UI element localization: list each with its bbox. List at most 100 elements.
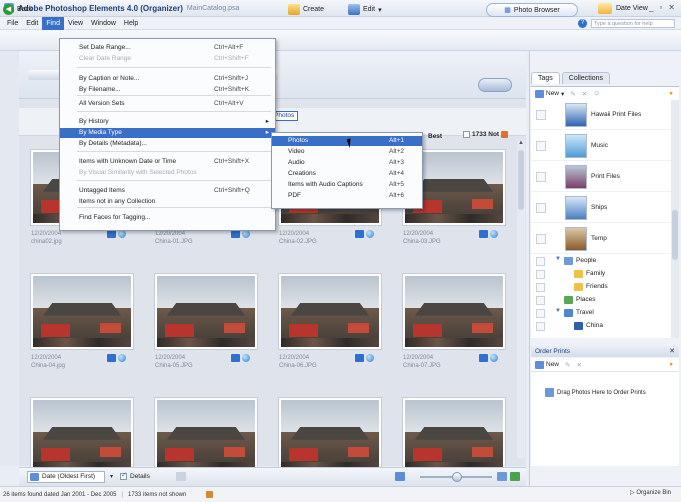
tag-filter-checkbox[interactable] xyxy=(536,283,545,292)
date-view-button[interactable]: Date View xyxy=(598,3,648,14)
scroll-thumb[interactable] xyxy=(518,150,524,210)
find-menu-item[interactable]: Items not in any Collection xyxy=(60,197,275,207)
tag-options-icon[interactable]: ● xyxy=(669,90,673,97)
tag-tree-item[interactable]: ▼ People xyxy=(531,256,671,267)
minimize-icon[interactable]: _ xyxy=(649,3,653,12)
globe-icon[interactable] xyxy=(366,354,374,362)
media-type-item[interactable]: Items with Audio Captions Alt+5 xyxy=(272,180,422,190)
tag-filter-checkbox[interactable] xyxy=(536,110,546,120)
tag-tree-item[interactable]: China xyxy=(531,321,671,332)
details-checkbox[interactable] xyxy=(120,471,127,480)
globe-icon[interactable] xyxy=(366,230,374,238)
edit-button[interactable]: Edit ▾ xyxy=(348,4,382,15)
tag-row[interactable]: Temp xyxy=(531,224,671,254)
chevron-down-icon[interactable]: ▾ xyxy=(107,471,116,483)
new-tag-button[interactable]: New ▾ xyxy=(535,89,564,98)
find-menu-item[interactable]: Items with Unknown Date or Time Ctrl+Shif… xyxy=(60,157,275,167)
edit-tag-icon[interactable]: ✎ xyxy=(570,90,575,98)
tab-collections[interactable]: Collections xyxy=(561,72,611,84)
tag-tree-item[interactable]: Friends xyxy=(531,282,671,293)
tag-badge-icon[interactable] xyxy=(355,354,364,362)
find-menu-item[interactable]: Find Faces for Tagging... xyxy=(60,213,275,223)
media-type-item[interactable]: Creations Alt+4 xyxy=(272,169,422,179)
details-toggle[interactable]: Details xyxy=(120,471,150,480)
close-icon[interactable]: ✕ xyxy=(669,346,675,357)
restore-icon[interactable]: ▫ xyxy=(659,3,662,12)
tag-badge-icon[interactable] xyxy=(107,354,116,362)
zoom-slider-handle[interactable] xyxy=(452,472,462,482)
menu-window[interactable]: Window xyxy=(87,17,120,30)
photo-thumbnail[interactable] xyxy=(31,274,133,349)
photo-thumbnail-cell[interactable]: 12/20/2004 China-05.JPG xyxy=(151,274,261,377)
tag-row[interactable]: Print Files xyxy=(531,162,671,192)
tag-filter-checkbox[interactable] xyxy=(536,296,545,305)
edit-order-icon[interactable]: ✎ xyxy=(565,361,570,369)
photo-grid-scrollbar[interactable]: ▲ xyxy=(517,140,525,458)
help-search-input[interactable]: Type a question for help xyxy=(591,19,675,28)
not-matching-checkbox[interactable] xyxy=(463,131,470,138)
menu-file[interactable]: File xyxy=(3,17,22,30)
create-button[interactable]: Create xyxy=(288,4,324,15)
order-prints-dropzone[interactable]: Drag Photos Here to Order Prints xyxy=(545,388,646,397)
tag-tree-item[interactable]: Places xyxy=(531,295,671,306)
find-faces-icon[interactable]: ☺ xyxy=(593,90,600,97)
tag-row[interactable]: Hawaii Print Files xyxy=(531,100,671,130)
globe-icon[interactable] xyxy=(242,230,250,238)
globe-icon[interactable] xyxy=(490,354,498,362)
order-options-icon[interactable]: ● xyxy=(669,361,673,368)
delete-tag-icon[interactable]: ✕ xyxy=(582,90,587,98)
find-menu-item[interactable]: By Details (Metadata)... xyxy=(60,139,275,149)
globe-icon[interactable] xyxy=(490,230,498,238)
find-menu-item[interactable]: By Media Type ▸ xyxy=(60,128,275,138)
sort-order-select[interactable]: Date (Oldest First) xyxy=(27,471,105,483)
photo-thumbnail-cell[interactable]: 12/20/2004 China-07.JPG xyxy=(399,274,509,377)
large-thumbnails-icon[interactable] xyxy=(497,472,507,481)
new-order-button[interactable]: New xyxy=(535,360,559,369)
tag-row[interactable]: Music xyxy=(531,131,671,161)
photo-thumbnail-cell[interactable]: 12/20/2004 China-04.jpg xyxy=(27,274,137,377)
tag-filter-checkbox[interactable] xyxy=(536,234,546,244)
find-menu-item[interactable]: Set Date Range... Ctrl+Alt+F xyxy=(60,43,275,53)
expand-icon[interactable]: ▼ xyxy=(555,256,561,262)
thumbnail-size-icon[interactable] xyxy=(176,472,186,481)
close-icon[interactable]: ✕ xyxy=(668,3,675,12)
media-type-item[interactable]: PDF Alt+6 xyxy=(272,191,422,201)
find-menu-item[interactable]: By Caption or Note... Ctrl+Shift+J xyxy=(60,74,275,84)
menu-help[interactable]: Help xyxy=(120,17,142,30)
tag-filter-checkbox[interactable] xyxy=(536,141,546,151)
tag-filter-checkbox[interactable] xyxy=(536,322,545,331)
organize-bin-toggle[interactable]: ▷ Organize Bin xyxy=(630,489,671,496)
photo-browser-button[interactable]: ▦ Photo Browser xyxy=(486,3,578,17)
tag-filter-checkbox[interactable] xyxy=(536,203,546,213)
tab-tags[interactable]: Tags xyxy=(531,72,560,84)
menu-edit[interactable]: Edit xyxy=(22,17,42,30)
tag-scroll-thumb[interactable] xyxy=(672,210,678,260)
photo-thumbnail[interactable] xyxy=(155,274,257,349)
globe-icon[interactable] xyxy=(118,230,126,238)
delete-order-icon[interactable]: ✕ xyxy=(576,361,581,369)
tag-badge-icon[interactable] xyxy=(355,230,364,238)
tag-list-scrollbar[interactable] xyxy=(671,100,679,338)
media-type-item[interactable]: Audio Alt+3 xyxy=(272,158,422,168)
photo-thumbnail[interactable] xyxy=(31,398,133,473)
not-matching-toggle[interactable]: 1733 Not xyxy=(463,131,509,138)
fullscreen-icon[interactable] xyxy=(510,472,520,481)
expand-icon[interactable]: ▼ xyxy=(555,308,561,314)
find-menu-item[interactable]: Untagged Items Ctrl+Shift+Q xyxy=(60,186,275,196)
find-menu-item[interactable]: By History ▸ xyxy=(60,117,275,127)
scroll-up-icon[interactable]: ▲ xyxy=(517,140,525,146)
help-icon[interactable]: ? xyxy=(578,19,587,28)
tag-tree-item[interactable]: Family xyxy=(531,269,671,280)
menu-find[interactable]: Find xyxy=(42,16,64,30)
tag-filter-checkbox[interactable] xyxy=(536,257,545,266)
tag-filter-checkbox[interactable] xyxy=(536,172,546,182)
view-toggle-button[interactable] xyxy=(478,78,512,92)
tag-filter-checkbox[interactable] xyxy=(536,270,545,279)
find-menu-item[interactable]: All Version Sets Ctrl+Alt+V xyxy=(60,99,275,109)
tag-row[interactable]: Ships xyxy=(531,193,671,223)
photo-thumbnail[interactable] xyxy=(279,274,381,349)
photo-thumbnail[interactable] xyxy=(403,274,505,349)
tag-badge-icon[interactable] xyxy=(107,230,116,238)
photo-thumbnail[interactable] xyxy=(403,398,505,473)
back-button[interactable]: ◀ Back xyxy=(3,4,33,15)
